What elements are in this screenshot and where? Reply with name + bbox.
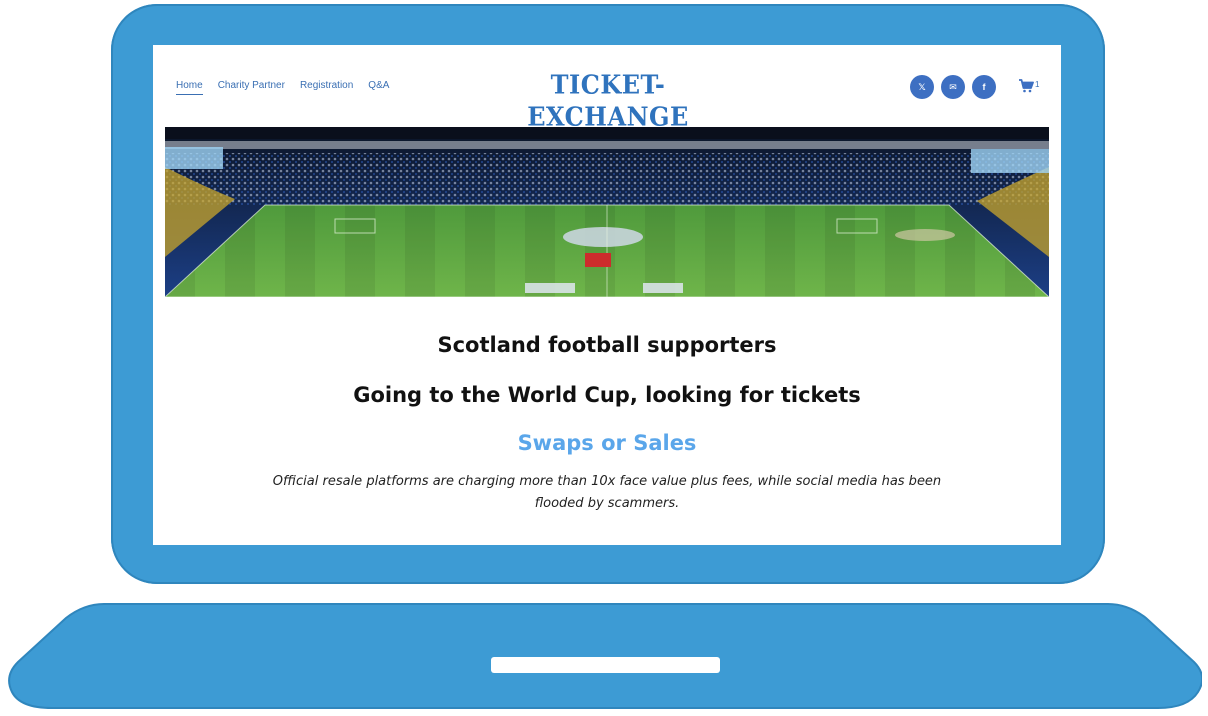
main-nav: Home Charity Partner Registration Q&A bbox=[176, 80, 389, 95]
facebook-glyph: f bbox=[982, 81, 986, 92]
stadium-banner-image bbox=[165, 127, 1049, 297]
social-links: 𝕏 ✉ f bbox=[910, 75, 996, 99]
laptop-base bbox=[8, 600, 1202, 712]
mail-icon[interactable]: ✉ bbox=[941, 75, 965, 99]
site-logo[interactable]: TICKET-EXCHANGE bbox=[473, 68, 743, 132]
headline-swaps-sales: Swaps or Sales bbox=[517, 431, 697, 455]
main-content: Scotland football supporters Going to th… bbox=[153, 333, 1061, 515]
nav-registration[interactable]: Registration bbox=[300, 80, 353, 95]
nav-charity-partner[interactable]: Charity Partner bbox=[218, 80, 285, 95]
site-header: Home Charity Partner Registration Q&A TI… bbox=[153, 45, 1061, 132]
trackpad bbox=[491, 657, 720, 673]
x-twitter-icon[interactable]: 𝕏 bbox=[910, 75, 934, 99]
headline-supporters: Scotland football supporters bbox=[437, 333, 777, 357]
nav-qa[interactable]: Q&A bbox=[368, 80, 389, 95]
cart-button[interactable]: 1 bbox=[1018, 79, 1039, 93]
cart-count: 1 bbox=[1035, 80, 1040, 89]
website-screen: Home Charity Partner Registration Q&A TI… bbox=[153, 45, 1061, 545]
cart-icon bbox=[1019, 79, 1034, 93]
headline-world-cup: Going to the World Cup, looking for tick… bbox=[353, 383, 861, 407]
mail-glyph: ✉ bbox=[949, 81, 957, 92]
nav-home[interactable]: Home bbox=[176, 80, 203, 95]
x-glyph: 𝕏 bbox=[918, 81, 926, 92]
facebook-icon[interactable]: f bbox=[972, 75, 996, 99]
intro-paragraph: Official resale platforms are charging m… bbox=[272, 474, 942, 511]
